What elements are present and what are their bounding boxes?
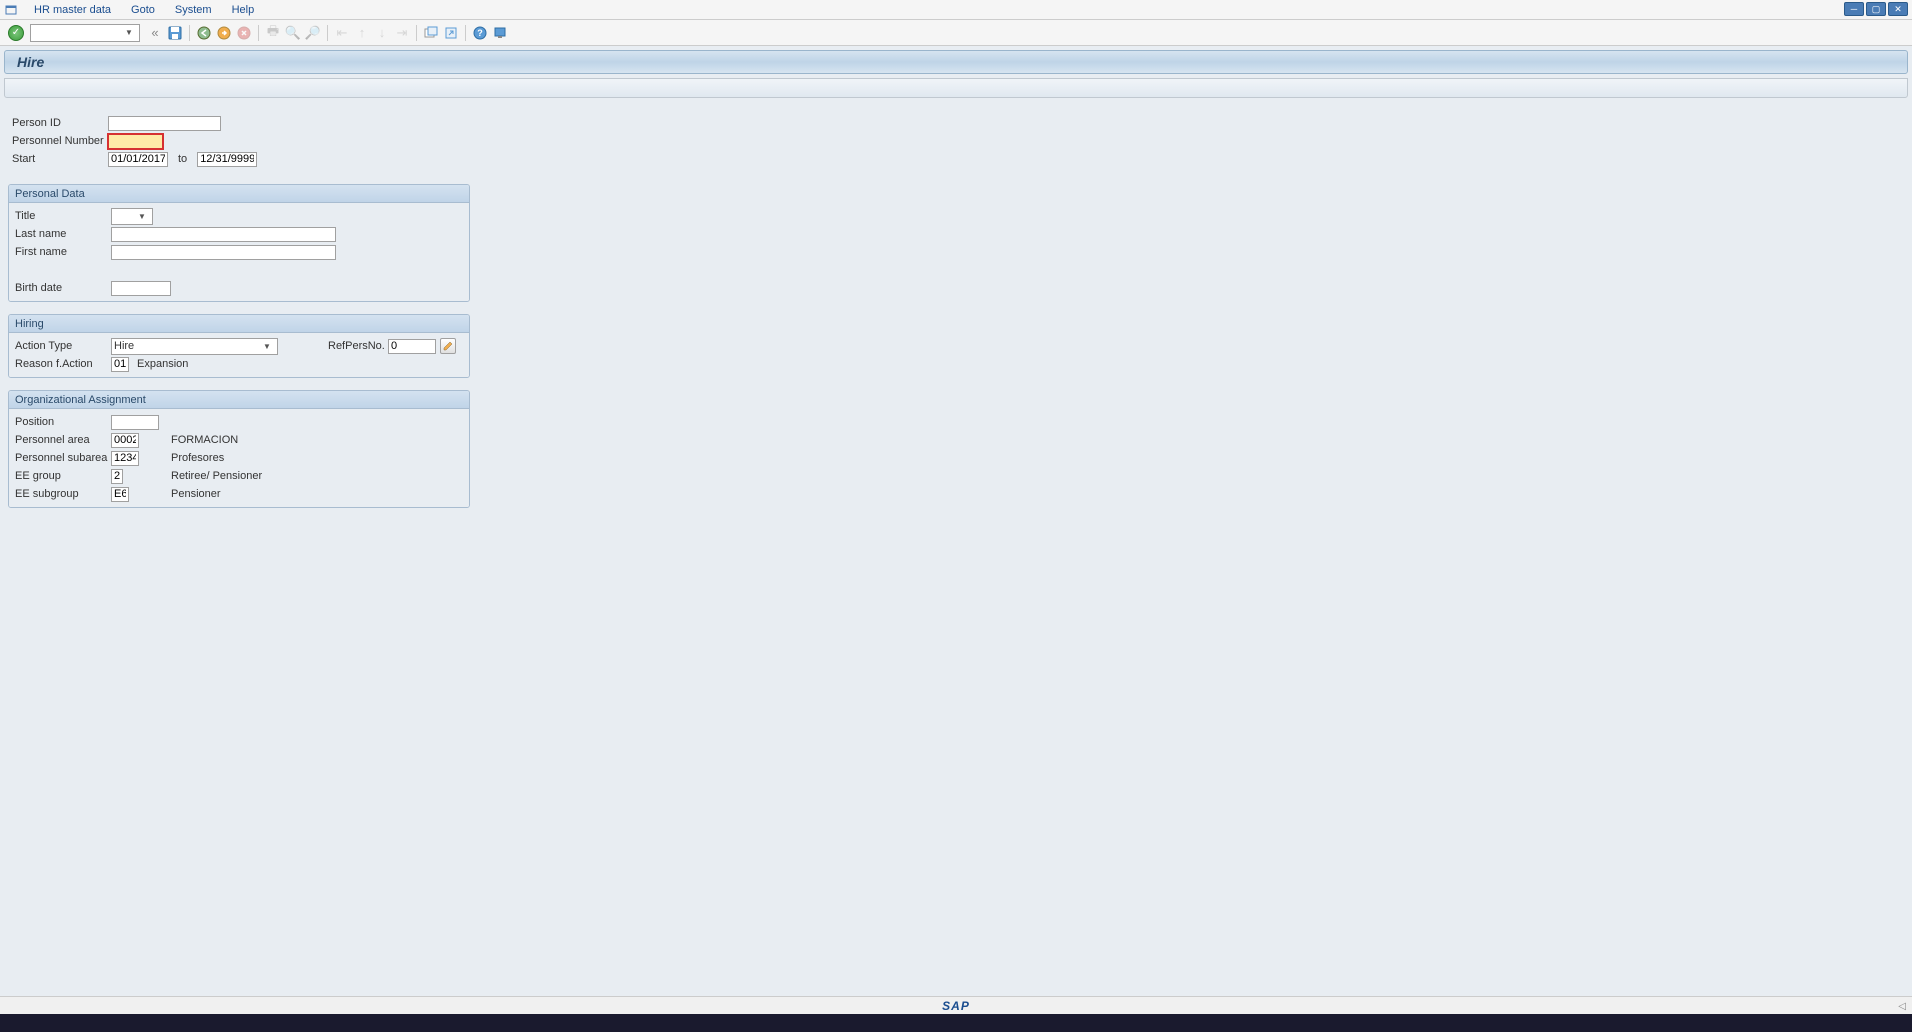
ee-group-text: Retiree/ Pensioner [171,470,262,482]
status-arrow-icon[interactable]: ◁ [1898,1001,1906,1012]
separator [465,25,466,41]
command-field[interactable]: ▼ [30,24,140,42]
enter-icon[interactable]: ✓ [8,25,24,41]
org-assignment-header: Organizational Assignment [9,391,469,409]
action-type-select[interactable]: Hire ▼ [111,338,278,355]
personnel-subarea-text: Profesores [171,452,224,464]
edit-ref-button[interactable] [440,338,456,354]
ee-group-label: EE group [11,470,111,482]
personnel-area-label: Personnel area [11,434,111,446]
layout-icon[interactable] [491,24,509,42]
minimize-button[interactable]: ─ [1844,2,1864,16]
menu-bar: HR master data Goto System Help ─ ▢ ✕ [0,0,1912,20]
separator [416,25,417,41]
personnel-subarea-label: Personnel subarea [11,452,111,464]
last-page-icon[interactable]: ⇥ [393,24,411,42]
position-input[interactable] [111,415,159,430]
ref-pers-no-input[interactable] [388,339,436,354]
ee-subgroup-text: Pensioner [171,488,221,500]
reason-code-input[interactable] [111,357,129,372]
menu-help[interactable]: Help [222,4,265,16]
personnel-area-text: FORMACION [171,434,238,446]
personal-data-group: Personal Data Title ▼ Last name First na… [8,184,470,302]
hiring-group: Hiring Action Type Hire ▼ RefPersNo. Rea… [8,314,470,378]
save-icon[interactable] [166,24,184,42]
start-label: Start [8,153,108,165]
find-next-icon[interactable]: 🔎 [304,24,322,42]
dropdown-arrow-icon: ▼ [263,342,275,351]
personnel-number-label: Personnel Number [8,135,108,147]
shortcut-icon[interactable] [442,24,460,42]
exit-icon[interactable] [215,24,233,42]
content-area: Person ID Personnel Number Start to Pers… [0,102,1912,516]
svg-text:?: ? [477,28,483,38]
first-name-label: First name [11,246,111,258]
personnel-area-input[interactable] [111,433,139,448]
person-id-input[interactable] [108,116,221,131]
action-type-label: Action Type [11,340,111,352]
last-name-input[interactable] [111,227,336,242]
maximize-button[interactable]: ▢ [1866,2,1886,16]
separator [258,25,259,41]
personnel-number-input[interactable] [108,134,163,149]
sap-logo: SAP [942,999,970,1013]
cancel-icon[interactable] [235,24,253,42]
last-name-label: Last name [11,228,111,240]
find-icon[interactable]: 🔍 [284,24,302,42]
new-session-icon[interactable] [422,24,440,42]
back-double-icon[interactable]: « [146,24,164,42]
dropdown-arrow-icon: ▼ [138,212,150,221]
main-toolbar: ✓ ▼ « 🖶 🔍 🔎 ⇤ ↑ ↓ ⇥ ? [0,20,1912,46]
page-title: Hire [17,54,44,70]
first-name-input[interactable] [111,245,336,260]
personnel-subarea-input[interactable] [111,451,139,466]
birth-date-input[interactable] [111,281,171,296]
back-icon[interactable] [195,24,213,42]
ee-subgroup-input[interactable] [111,487,129,502]
title-select[interactable]: ▼ [111,208,153,225]
dropdown-arrow-icon: ▼ [125,28,137,37]
end-date-input[interactable] [197,152,257,167]
reason-label: Reason f.Action [11,358,111,370]
ee-subgroup-label: EE subgroup [11,488,111,500]
hiring-header: Hiring [9,315,469,333]
prev-page-icon[interactable]: ↑ [353,24,371,42]
menu-system[interactable]: System [165,4,222,16]
org-assignment-group: Organizational Assignment Position Perso… [8,390,470,508]
taskbar [0,1014,1912,1032]
print-icon[interactable]: 🖶 [264,24,282,42]
status-bar: SAP [0,996,1912,1014]
to-label: to [178,153,187,165]
ref-pers-no-label: RefPersNo. [328,340,388,352]
reason-text: Expansion [137,358,188,370]
menu-hr-master-data[interactable]: HR master data [24,4,121,16]
title-label: Title [11,210,111,222]
person-id-label: Person ID [8,117,108,129]
first-page-icon[interactable]: ⇤ [333,24,351,42]
header-fields: Person ID Personnel Number Start to [8,110,1904,172]
close-button[interactable]: ✕ [1888,2,1908,16]
help-icon[interactable]: ? [471,24,489,42]
app-toolbar [4,78,1908,98]
title-bar: Hire [4,50,1908,74]
position-label: Position [11,416,111,428]
window-controls: ─ ▢ ✕ [1844,2,1908,16]
next-page-icon[interactable]: ↓ [373,24,391,42]
separator [189,25,190,41]
personal-data-header: Personal Data [9,185,469,203]
app-icon [4,3,18,17]
birth-date-label: Birth date [11,282,111,294]
menu-goto[interactable]: Goto [121,4,165,16]
ee-group-input[interactable] [111,469,123,484]
start-date-input[interactable] [108,152,168,167]
separator [327,25,328,41]
